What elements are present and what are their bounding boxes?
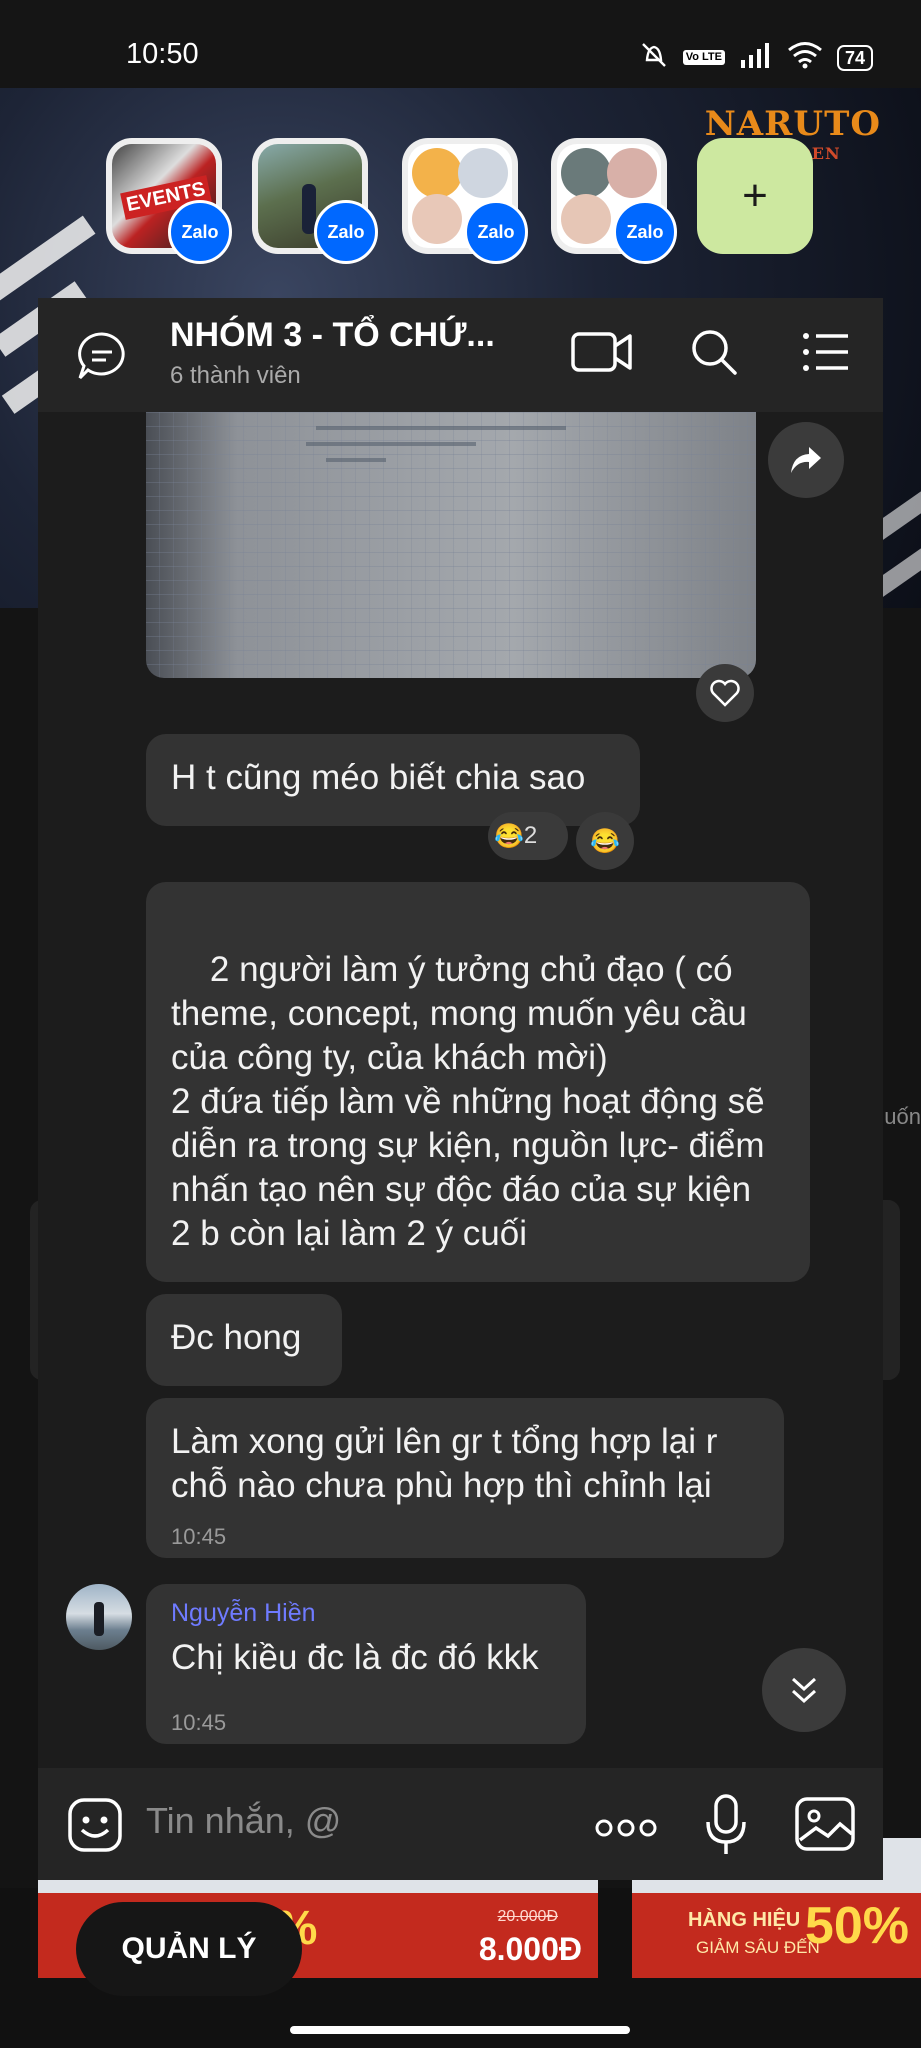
- chat-head-photo[interactable]: Zalo: [252, 138, 378, 264]
- heart-react-icon[interactable]: [696, 664, 754, 722]
- wifi-icon: [787, 41, 823, 74]
- manage-button[interactable]: QUẢN LÝ: [76, 1902, 302, 1996]
- share-icon[interactable]: [768, 422, 844, 498]
- message-bubble[interactable]: 2 người làm ý tưởng chủ đạo ( có theme, …: [146, 882, 810, 1282]
- chat-head-group-2[interactable]: Zalo: [551, 138, 677, 264]
- message-time: 10:45: [171, 1524, 227, 1549]
- status-bar: 10:50 Vo LTE 74: [0, 0, 921, 88]
- laugh-emoji-icon: 😂: [590, 827, 620, 855]
- message-bubble[interactable]: H t cũng méo biết chia sao: [146, 734, 640, 826]
- video-call-icon[interactable]: [570, 326, 634, 383]
- silent-icon: [639, 40, 669, 75]
- image-gallery-icon[interactable]: [794, 1796, 856, 1857]
- more-options-icon[interactable]: [594, 1818, 658, 1843]
- battery-icon: 74: [836, 44, 873, 71]
- reaction-laugh-badge[interactable]: 😂 2: [488, 812, 568, 860]
- zalo-badge-icon: Zalo: [613, 200, 677, 264]
- laugh-emoji-icon: 😂: [494, 822, 524, 850]
- scroll-to-bottom-button[interactable]: [762, 1648, 846, 1732]
- microphone-icon[interactable]: [704, 1794, 748, 1861]
- zalo-badge-icon: Zalo: [314, 200, 378, 264]
- chat-list-icon[interactable]: [74, 328, 130, 389]
- double-chevron-down-icon: [791, 1677, 817, 1704]
- chat-head-events[interactable]: EVENTS Zalo: [106, 138, 232, 264]
- zalo-badge-icon: Zalo: [464, 200, 528, 264]
- volte-icon: Vo LTE: [682, 50, 725, 65]
- message-bubble[interactable]: Làm xong gửi lên gr t tổng hợp lại r chỗ…: [146, 1398, 784, 1558]
- message-bubble[interactable]: Nguyễn Hiền Chị kiều đc là đc đó kkk 10:…: [146, 1584, 586, 1744]
- chat-title[interactable]: NHÓM 3 - TỔ CHỨ...: [170, 316, 495, 355]
- sender-name[interactable]: Nguyễn Hiền: [171, 1598, 561, 1628]
- zalo-badge-icon: Zalo: [168, 200, 232, 264]
- clock: 10:50: [126, 38, 199, 70]
- message-input[interactable]: Tin nhắn, @: [146, 1800, 341, 1842]
- menu-list-icon[interactable]: [800, 326, 852, 383]
- home-indicator[interactable]: [290, 2026, 630, 2034]
- member-count: 6 thành viên: [170, 362, 301, 389]
- chat-head-group-1[interactable]: Zalo: [402, 138, 528, 264]
- search-icon[interactable]: [688, 326, 740, 383]
- background-text: uốn: [884, 1104, 921, 1129]
- message-composer: Tin nhắn, @: [38, 1768, 883, 1880]
- add-chat-head-button[interactable]: +: [697, 138, 813, 254]
- chat-window: NHÓM 3 - TỔ CHỨ... 6 thành viên H t cũng…: [38, 298, 883, 1880]
- message-time: 10:45: [171, 1710, 227, 1735]
- message-bubble[interactable]: Đc hong: [146, 1294, 342, 1386]
- chat-header: NHÓM 3 - TỔ CHỨ... 6 thành viên: [38, 298, 883, 412]
- image-message[interactable]: [146, 412, 756, 678]
- signal-icon: [739, 42, 773, 73]
- avatar[interactable]: [66, 1584, 132, 1650]
- add-reaction-laugh-button[interactable]: 😂: [576, 812, 634, 870]
- emoji-icon[interactable]: [66, 1796, 124, 1859]
